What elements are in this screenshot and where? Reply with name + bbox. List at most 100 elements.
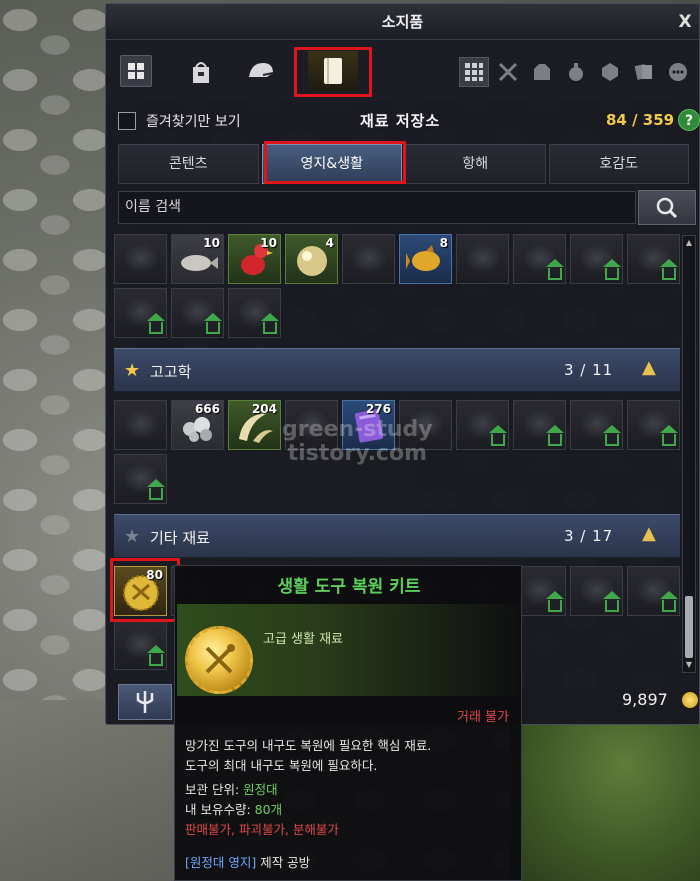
- gold-coin-icon: [185, 626, 253, 694]
- filter-card-button[interactable]: [629, 57, 659, 87]
- filter-armor-button[interactable]: [527, 57, 557, 87]
- tooltip-description: 망가진 도구의 내구도 복원에 필요한 핵심 재료. 도구의 최대 내구도 복원…: [185, 736, 431, 776]
- expedition-button[interactable]: [118, 684, 172, 720]
- storage-title: 재료 저장소: [360, 112, 441, 130]
- item-quantity: 204: [251, 402, 277, 416]
- territory-house-icon: [603, 425, 621, 446]
- source-tag: [원정대 영지]: [185, 855, 257, 870]
- tab-voyage[interactable]: 항해: [405, 144, 546, 184]
- tab-helmet[interactable]: [244, 55, 278, 89]
- search-input[interactable]: 이름 검색: [118, 191, 636, 224]
- grid-icon: [128, 63, 144, 79]
- favorites-only-checkbox[interactable]: [118, 112, 136, 130]
- item-slot[interactable]: [171, 288, 224, 338]
- item-slot[interactable]: [570, 234, 623, 284]
- crossed-tools-icon: [205, 644, 235, 674]
- territory-house-icon: [660, 591, 678, 612]
- tooltip-details: 보관 단위: 원정대 내 보유수량: 80개 판매불가, 파괴불가, 분해불가: [185, 780, 339, 840]
- item-slot-tusk[interactable]: 204: [228, 400, 281, 450]
- chevron-up-icon[interactable]: ▲: [642, 523, 656, 544]
- territory-house-icon: [489, 425, 507, 446]
- item-slot[interactable]: [342, 234, 395, 284]
- watermark: green-study tistory.com: [282, 418, 433, 466]
- window-title: 소지품: [381, 13, 424, 31]
- territory-house-icon: [603, 259, 621, 280]
- filter-potion-button[interactable]: [561, 57, 591, 87]
- item-slot[interactable]: [627, 234, 680, 284]
- item-slot[interactable]: [114, 454, 167, 504]
- territory-house-icon: [147, 479, 165, 500]
- section-archaeology[interactable]: ★ 고고학 3 / 11 ▲: [114, 348, 680, 392]
- item-quantity: 4: [325, 236, 334, 250]
- scroll-up-icon[interactable]: ▲: [684, 238, 694, 248]
- close-button[interactable]: X: [675, 4, 695, 40]
- search-icon: [656, 197, 678, 218]
- tooltip-trade-status: 거래 불가: [457, 710, 509, 725]
- filter-gem-button[interactable]: [595, 57, 625, 87]
- filter-misc-button[interactable]: [663, 57, 693, 87]
- item-slot[interactable]: [570, 400, 623, 450]
- territory-house-icon: [546, 259, 564, 280]
- item-quantity: 10: [203, 236, 220, 250]
- owned-quantity-label: 내 보유수량:: [185, 802, 255, 817]
- tooltip-title: 생활 도구 복원 키트: [277, 577, 421, 597]
- chevron-up-icon[interactable]: ▲: [642, 357, 656, 378]
- territory-house-icon: [660, 259, 678, 280]
- favorites-only-label[interactable]: 즐겨찾기만 보기: [146, 111, 241, 131]
- item-slot[interactable]: [228, 288, 281, 338]
- watermark-line-1: green-study: [282, 417, 433, 442]
- item-slot[interactable]: [114, 400, 167, 450]
- filter-all-button[interactable]: [459, 57, 489, 87]
- item-slot[interactable]: [627, 566, 680, 616]
- section-count: 3 / 17: [564, 527, 614, 545]
- potion-icon: [569, 63, 583, 81]
- source-text: 제작 공방: [256, 855, 311, 870]
- item-slot-ore[interactable]: 666: [171, 400, 224, 450]
- item-slot[interactable]: [627, 400, 680, 450]
- item-slot[interactable]: [114, 288, 167, 338]
- item-slot[interactable]: [456, 234, 509, 284]
- item-list-scrollbar[interactable]: ▲ ▼: [682, 235, 696, 673]
- item-slot[interactable]: [114, 234, 167, 284]
- search-button[interactable]: [638, 190, 696, 225]
- help-button[interactable]: ?: [678, 109, 700, 131]
- gem-icon: [602, 63, 618, 81]
- tooltip-desc-line: 망가진 도구의 내구도 복원에 필요한 핵심 재료.: [185, 738, 432, 753]
- tooltip-source: [원정대 영지] 제작 공방: [185, 852, 310, 871]
- bag-icon: [193, 62, 209, 83]
- highlight-box-category-tab: [264, 141, 406, 184]
- silver-amount: 9,897: [622, 690, 668, 709]
- filter-weapon-button[interactable]: [493, 57, 523, 87]
- item-quantity: 8: [439, 236, 448, 250]
- section-misc-materials[interactable]: ★ 기타 재료 3 / 17 ▲: [114, 514, 680, 558]
- armor-icon: [534, 64, 550, 80]
- scroll-down-icon[interactable]: ▼: [684, 660, 694, 670]
- section-count: 3 / 11: [564, 361, 614, 379]
- item-quantity: 666: [194, 402, 220, 416]
- silver-coin-icon: [682, 692, 698, 708]
- item-slot-fish[interactable]: 10: [171, 234, 224, 284]
- grid-icon: [465, 63, 483, 81]
- item-grid-life: 10 10 4 8: [114, 234, 680, 338]
- item-slot-pearl[interactable]: 4: [285, 234, 338, 284]
- scrollbar-thumb[interactable]: [685, 596, 693, 658]
- territory-house-icon: [204, 313, 222, 334]
- watermark-line-2: tistory.com: [287, 441, 427, 466]
- storage-count: 84 / 359: [606, 111, 675, 129]
- item-slot[interactable]: [513, 234, 566, 284]
- territory-house-icon: [603, 591, 621, 612]
- item-slot[interactable]: [570, 566, 623, 616]
- item-quantity: 10: [260, 236, 277, 250]
- item-slot-red-bird[interactable]: 10: [228, 234, 281, 284]
- territory-house-icon: [660, 425, 678, 446]
- tab-rapport[interactable]: 호감도: [548, 144, 689, 184]
- item-slot[interactable]: [513, 400, 566, 450]
- grid-view-button[interactable]: [120, 55, 152, 87]
- item-slot[interactable]: [456, 400, 509, 450]
- item-slot[interactable]: [114, 620, 167, 670]
- tab-bag[interactable]: [184, 55, 218, 89]
- storage-unit-value: 원정대: [243, 782, 278, 797]
- tab-contents[interactable]: 콘텐츠: [118, 144, 259, 184]
- window-titlebar[interactable]: 소지품 X: [106, 4, 699, 40]
- item-slot-gold-fish[interactable]: 8: [399, 234, 452, 284]
